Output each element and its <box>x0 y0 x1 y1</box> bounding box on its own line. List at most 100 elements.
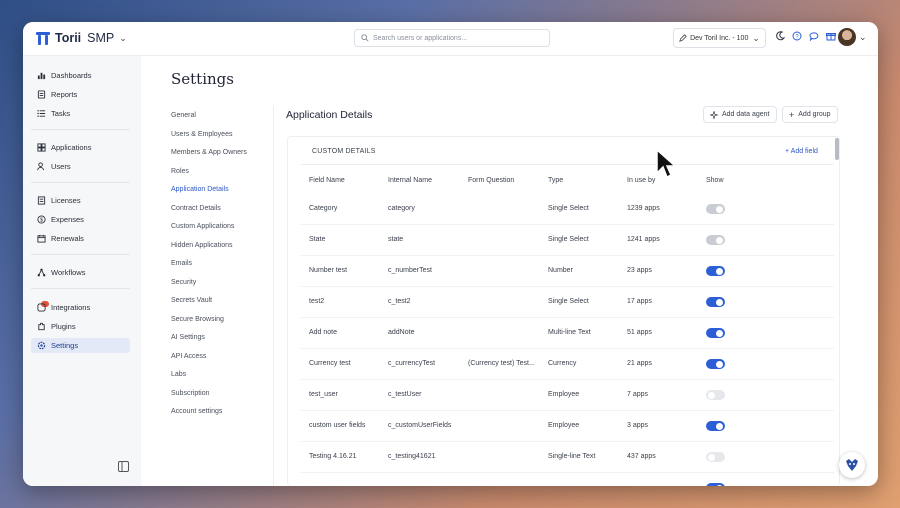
subnav-item-application-details[interactable]: Application Details <box>171 186 229 193</box>
svg-text:$: $ <box>40 217 43 223</box>
subnav-item-custom-applications[interactable]: Custom Applications <box>171 223 234 230</box>
add-group-button[interactable]: + Add group <box>782 106 838 123</box>
sidebar-item-users[interactable]: Users <box>31 159 130 174</box>
toggle-knob <box>716 267 723 275</box>
licenses-icon <box>37 196 46 205</box>
toggle-knob <box>716 298 723 306</box>
sidebar-item-renewals[interactable]: Renewals <box>31 231 130 246</box>
subnav-item-subscription[interactable]: Subscription <box>171 390 210 397</box>
cell-in-use-by: 21 apps <box>627 360 652 367</box>
chat-icon[interactable] <box>809 31 819 41</box>
subnav-item-ai-settings[interactable]: AI Settings <box>171 334 205 341</box>
settings-icon <box>37 341 46 350</box>
sidebar-item-label: Plugins <box>51 322 76 331</box>
subnav-item-account-settings[interactable]: Account settings <box>171 408 222 415</box>
show-toggle[interactable] <box>706 359 725 369</box>
subnav-item-users-employees[interactable]: Users & Employees <box>171 131 232 138</box>
toggle-knob <box>708 453 715 461</box>
workflows-icon <box>37 268 46 277</box>
cell-internal-name: c_customUserFields <box>388 422 452 429</box>
row-divider <box>301 317 834 318</box>
column-header-internal-name[interactable]: Internal Name <box>388 177 432 184</box>
subnav-item-roles[interactable]: Roles <box>171 168 189 175</box>
add-field-link[interactable]: + Add field <box>785 148 818 155</box>
column-header-field-name[interactable]: Field Name <box>309 177 345 184</box>
show-toggle[interactable] <box>706 452 725 462</box>
subnav-item-members-app-owners[interactable]: Members & App Owners <box>171 149 247 156</box>
show-toggle-partial[interactable] <box>706 483 725 486</box>
cell-in-use-by: 437 apps <box>627 453 656 460</box>
subnav-item-labs[interactable]: Labs <box>171 371 186 378</box>
gift-icon[interactable] <box>826 31 836 41</box>
column-header-type[interactable]: Type <box>548 177 563 184</box>
top-bar: Torii SMP ⌄ Search users or applications… <box>23 22 878 56</box>
cell-in-use-by: 3 apps <box>627 422 649 429</box>
sidebar-item-label: Settings <box>51 341 79 350</box>
cell-field-name: custom user fields <box>309 422 366 429</box>
cell-type: Single Select <box>548 205 589 212</box>
sidebar-divider <box>31 129 130 130</box>
column-header-show[interactable]: Show <box>706 177 724 184</box>
org-selector[interactable]: Dev Toril Inc. - 100 ⌄ <box>673 28 766 48</box>
subnav-item-api-access[interactable]: API Access <box>171 353 206 360</box>
plugins-icon <box>38 322 45 331</box>
section-title: Application Details <box>286 109 373 121</box>
reports-icon <box>37 90 46 99</box>
sidebar-item-expenses[interactable]: $ Expenses <box>31 212 130 227</box>
subnav-divider <box>273 106 274 486</box>
renewals-icon <box>37 234 46 243</box>
chevron-down-icon: ⌄ <box>119 32 127 43</box>
moon-icon[interactable] <box>775 31 785 41</box>
sidebar-item-integrations[interactable]: Integrations <box>31 300 130 315</box>
page-title: Settings <box>171 70 234 88</box>
cell-type: Single Select <box>548 298 589 305</box>
show-toggle[interactable] <box>706 266 725 276</box>
show-toggle[interactable] <box>706 297 725 307</box>
chevron-down-icon[interactable]: ⌄ <box>859 32 867 43</box>
header-divider <box>301 164 834 165</box>
column-header-in-use-by[interactable]: In use by <box>627 177 655 184</box>
show-toggle[interactable] <box>706 390 725 400</box>
sidebar-item-workflows[interactable]: Workflows <box>31 265 130 280</box>
subnav-item-security[interactable]: Security <box>171 279 196 286</box>
subnav-item-emails[interactable]: Emails <box>171 260 192 267</box>
chevron-down-icon: ⌄ <box>752 32 760 43</box>
sidebar-item-settings[interactable]: Settings <box>31 338 130 353</box>
subnav-item-hidden-applications[interactable]: Hidden Applications <box>171 242 233 249</box>
search-input[interactable]: Search users or applications... <box>354 29 550 47</box>
sidebar-item-label: Dashboards <box>51 71 92 80</box>
cell-field-name: test2 <box>309 298 325 305</box>
show-toggle[interactable] <box>706 421 725 431</box>
sidebar-item-reports[interactable]: Reports <box>31 87 130 102</box>
subnav-item-contract-details[interactable]: Contract Details <box>171 205 221 212</box>
cell-type: Multi-line Text <box>548 329 591 336</box>
search-placeholder: Search users or applications... <box>373 34 468 42</box>
sidebar-item-dashboards[interactable]: Dashboards <box>31 68 130 83</box>
add-data-agent-button[interactable]: Add data agent <box>703 106 777 123</box>
show-toggle[interactable] <box>706 328 725 338</box>
column-header-form-question[interactable]: Form Question <box>468 177 514 184</box>
cell-internal-name: c_numberTest <box>388 267 432 274</box>
collapse-sidebar-icon[interactable] <box>118 461 129 472</box>
sidebar-item-licenses[interactable]: Licenses <box>31 193 130 208</box>
users-icon <box>37 162 44 171</box>
sidebar-item-label: Renewals <box>51 234 84 243</box>
pencil-icon <box>679 34 687 42</box>
subnav-item-general[interactable]: General <box>171 112 196 119</box>
row-divider <box>301 255 834 256</box>
expenses-icon: $ <box>37 215 46 224</box>
help-icon[interactable]: ? <box>792 31 802 41</box>
scrollbar[interactable] <box>835 138 839 160</box>
subnav-item-secrets-vault[interactable]: Secrets Vault <box>171 297 212 304</box>
avatar[interactable] <box>838 28 856 46</box>
integrations-icon <box>37 303 46 312</box>
brand[interactable]: Torii SMP ⌄ <box>35 30 127 46</box>
subnav-item-secure-browsing[interactable]: Secure Browsing <box>171 316 224 323</box>
cell-type: Single Select <box>548 236 589 243</box>
help-assistant-button[interactable] <box>839 452 865 478</box>
sidebar-item-applications[interactable]: Applications <box>31 140 130 155</box>
top-icons: ? <box>775 31 836 41</box>
cell-type: Number <box>548 267 573 274</box>
sidebar-item-tasks[interactable]: Tasks <box>31 106 130 121</box>
sidebar-item-plugins[interactable]: Plugins <box>31 319 130 334</box>
